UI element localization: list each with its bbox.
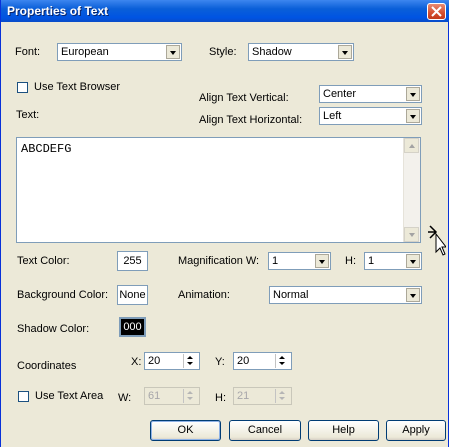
magnification-w-label: Magnification W:	[178, 255, 260, 267]
animation-select[interactable]: Normal	[269, 286, 422, 304]
align-vertical-value: Center	[323, 88, 357, 100]
background-color-button[interactable]: None	[117, 285, 148, 305]
animation-value: Normal	[273, 289, 309, 301]
animation-label: Animation:	[178, 289, 230, 301]
shadow-color-label: Shadow Color:	[17, 323, 90, 335]
x-coordinate-value: 20	[148, 355, 161, 367]
area-width-spinner[interactable]: 61	[144, 387, 200, 405]
close-button[interactable]	[427, 3, 446, 20]
chevron-down-icon[interactable]	[406, 109, 420, 123]
use-text-browser-label: Use Text Browser	[34, 81, 120, 93]
scroll-down-button[interactable]	[404, 227, 419, 242]
magnification-w-value: 1	[272, 255, 279, 267]
chevron-down-icon[interactable]	[406, 254, 420, 268]
magnification-h-value: 1	[368, 255, 375, 267]
style-select[interactable]: Shadow	[248, 43, 354, 61]
style-label: Style:	[209, 46, 237, 58]
scroll-up-button[interactable]	[404, 138, 419, 153]
magnification-w-select[interactable]: 1	[268, 252, 331, 270]
use-text-area-checkbox[interactable]	[18, 391, 29, 402]
text-label: Text:	[16, 109, 40, 121]
cursor-icon	[428, 225, 446, 256]
area-height-spinner[interactable]: 21	[233, 387, 292, 405]
magnification-h-select[interactable]: 1	[364, 252, 422, 270]
title-bar[interactable]: Properties of Text	[1, 0, 449, 22]
align-vertical-label: Align Text Vertical:	[199, 92, 289, 104]
apply-button[interactable]: Apply	[386, 420, 446, 441]
shadow-color-button[interactable]: 000	[119, 317, 146, 337]
chevron-down-icon[interactable]	[406, 288, 420, 302]
coordinates-label: Coordinates	[17, 360, 77, 372]
chevron-down-icon[interactable]	[338, 45, 352, 59]
align-horizontal-select[interactable]: Left	[319, 107, 422, 125]
font-label: Font:	[15, 46, 41, 58]
y-coordinate-spinner[interactable]: 20	[233, 352, 292, 370]
use-text-browser-checkbox[interactable]	[17, 82, 28, 93]
font-value: European	[61, 46, 109, 58]
properties-dialog: Properties of Text Font: European Style:…	[0, 0, 449, 447]
spin-arrows-icon[interactable]	[183, 389, 198, 403]
text-content: ABCDEFG	[21, 142, 72, 156]
area-height-value: 21	[237, 390, 250, 402]
area-width-value: 61	[148, 390, 161, 402]
area-w-label: W:	[118, 392, 132, 404]
window-title: Properties of Text	[7, 4, 109, 18]
y-coordinate-value: 20	[237, 355, 250, 367]
help-button[interactable]: Help	[308, 420, 379, 441]
x-label: X:	[131, 356, 142, 368]
use-text-area-label: Use Text Area	[35, 390, 104, 402]
chevron-down-icon[interactable]	[406, 87, 420, 101]
ok-button[interactable]: OK	[150, 420, 221, 441]
y-label: Y:	[215, 356, 225, 368]
chevron-down-icon[interactable]	[166, 45, 180, 59]
style-value: Shadow	[252, 46, 292, 58]
spin-arrows-icon[interactable]	[275, 354, 290, 368]
text-content-area[interactable]: ABCDEFG	[16, 137, 421, 243]
align-horizontal-label: Align Text Horizontal:	[199, 114, 303, 126]
spin-arrows-icon[interactable]	[275, 389, 290, 403]
chevron-down-icon[interactable]	[315, 254, 329, 268]
cancel-button[interactable]: Cancel	[229, 420, 301, 441]
font-select[interactable]: European	[57, 43, 182, 61]
magnification-h-label: H:	[345, 255, 356, 267]
align-horizontal-value: Left	[323, 110, 342, 122]
area-h-label: H:	[215, 392, 226, 404]
x-coordinate-spinner[interactable]: 20	[144, 352, 200, 370]
align-vertical-select[interactable]: Center	[319, 85, 422, 103]
vertical-scrollbar[interactable]	[403, 138, 420, 242]
text-color-label: Text Color:	[17, 255, 70, 267]
text-color-button[interactable]: 255	[117, 251, 148, 271]
spin-arrows-icon[interactable]	[183, 354, 198, 368]
close-icon	[431, 6, 442, 17]
background-color-label: Background Color:	[17, 289, 109, 301]
